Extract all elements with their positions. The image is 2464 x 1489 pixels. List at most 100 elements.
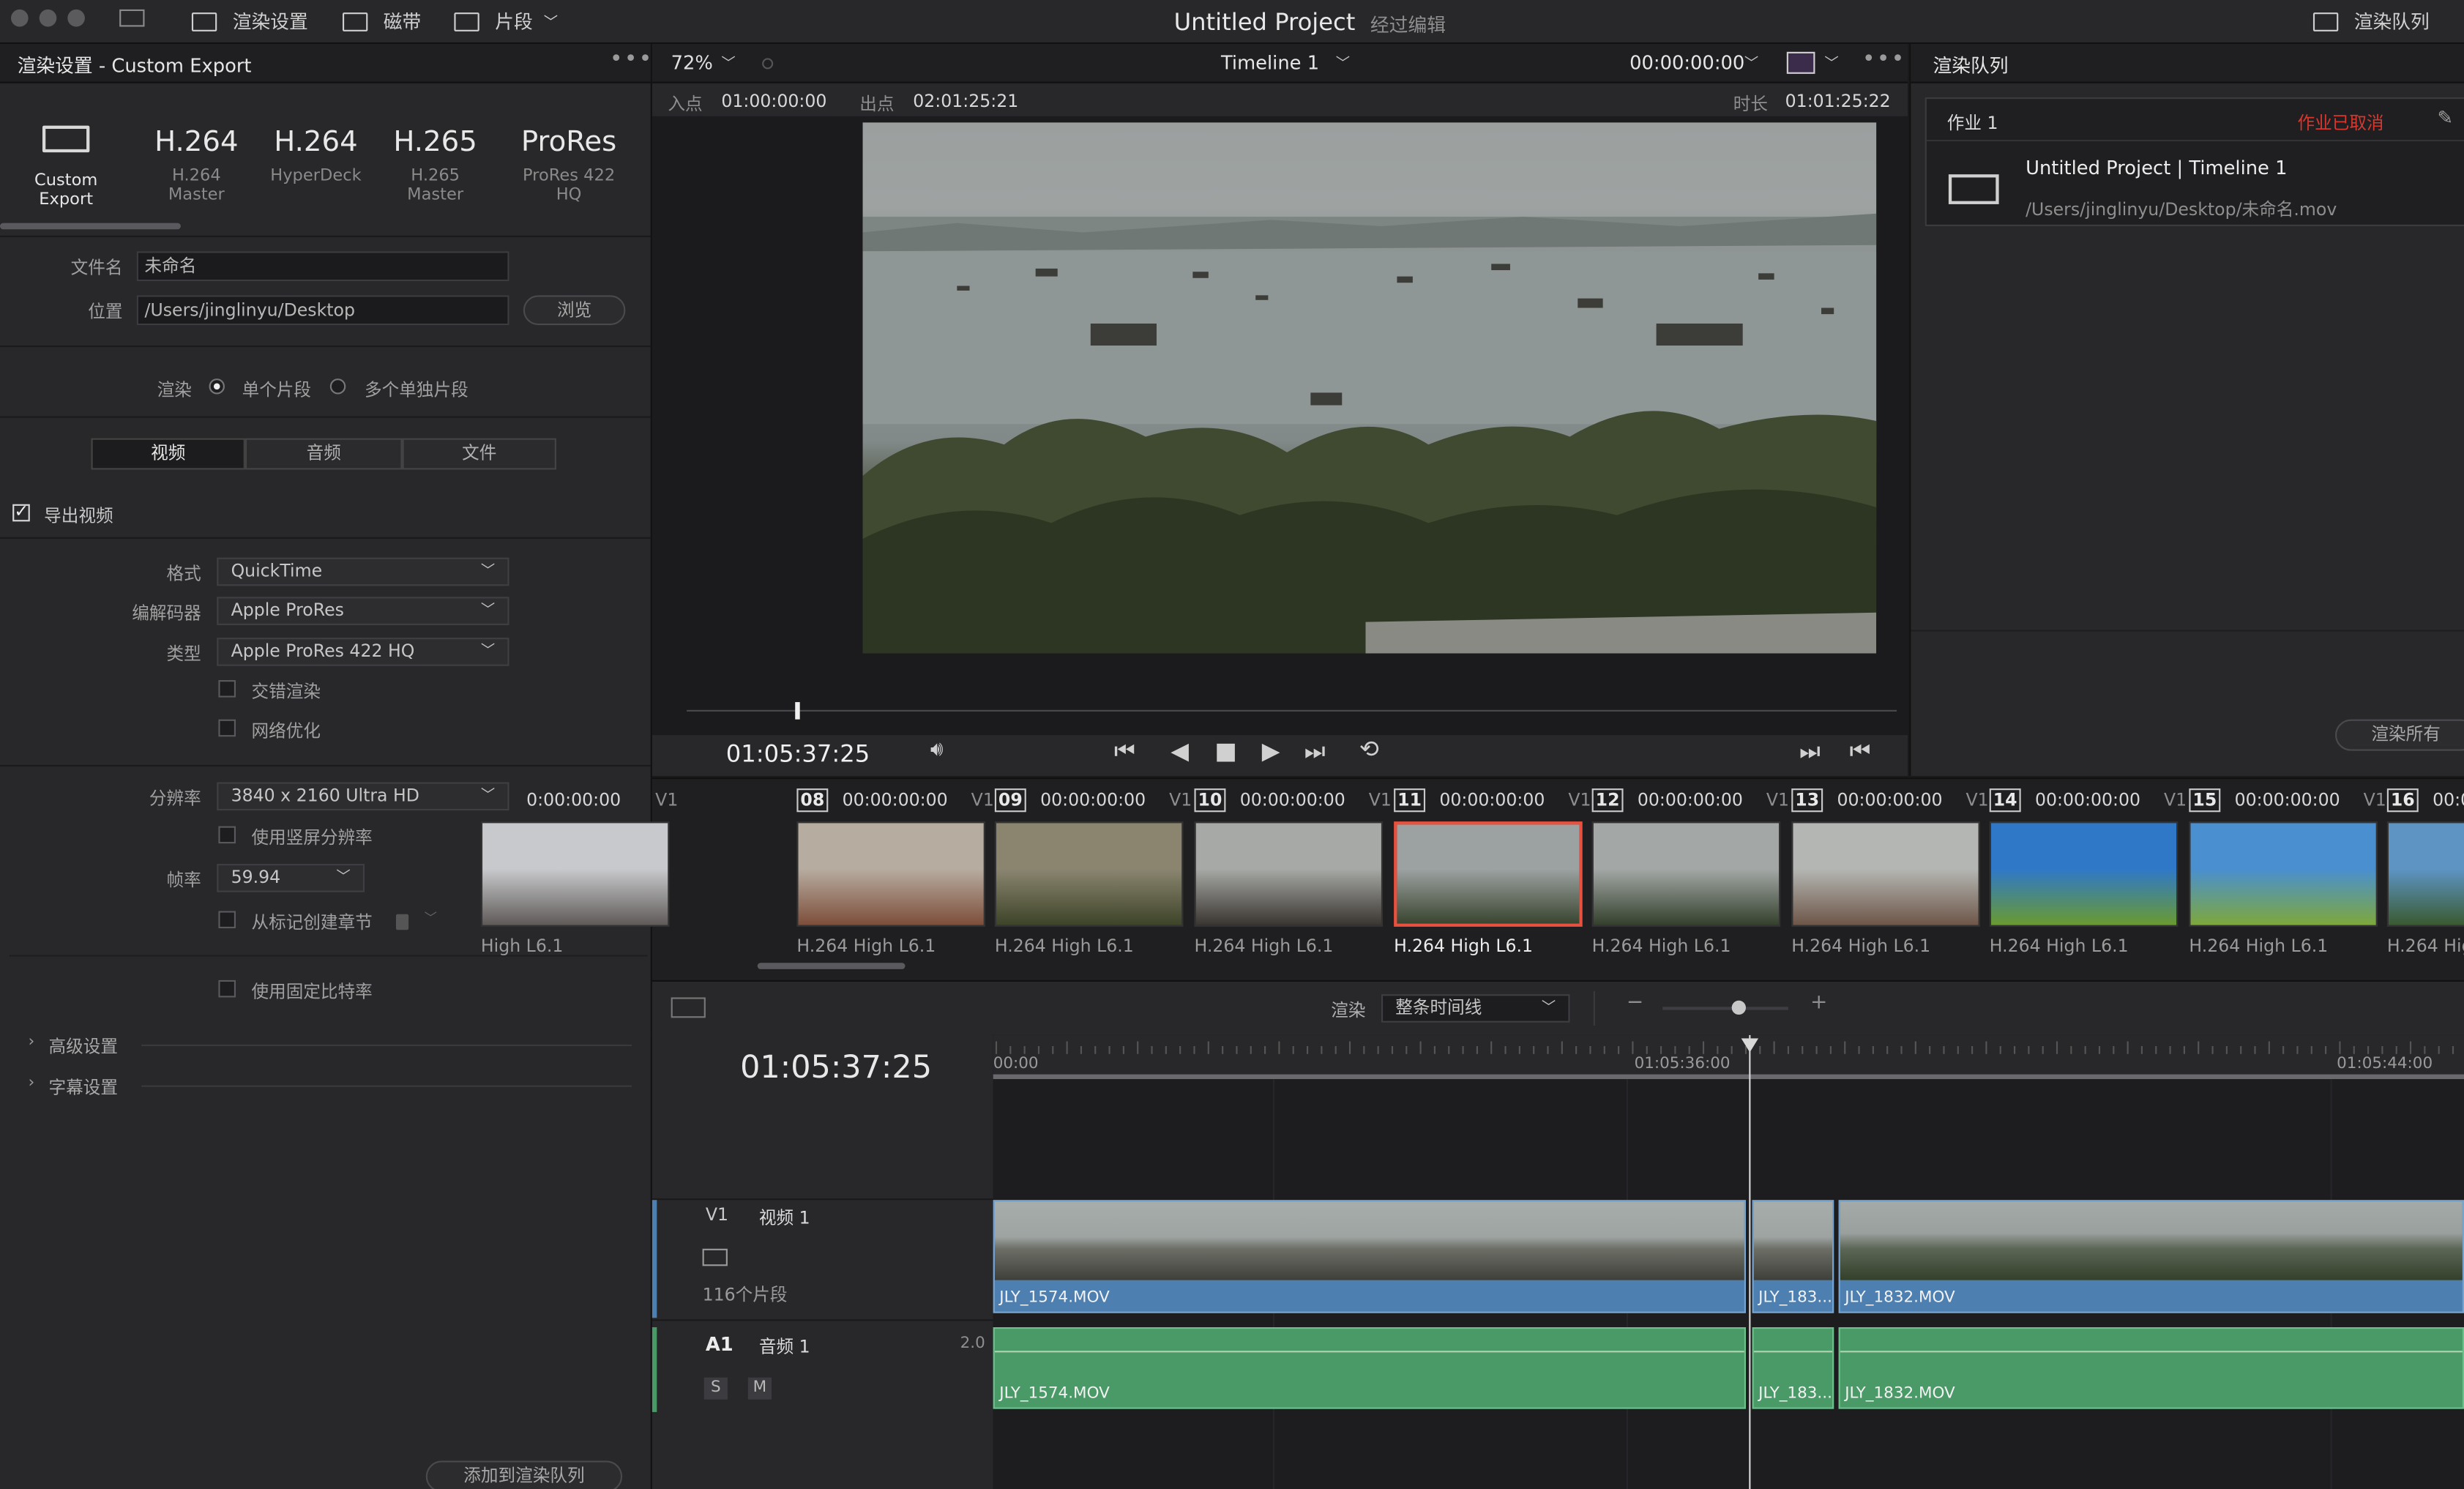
location-input[interactable]: /Users/jinglinyu/Desktop <box>136 295 509 326</box>
clip-thumbnail[interactable] <box>796 821 985 927</box>
export-video-checkbox[interactable] <box>12 501 30 522</box>
format-value: QuickTime <box>231 560 323 581</box>
job-status: 作业已取消 <box>2297 113 2384 134</box>
single-clip-radio[interactable] <box>209 378 225 395</box>
timeline-ruler[interactable]: 00:00 01:05:36:00 01:05:44:00 <box>993 1034 2464 1080</box>
clip-thumbnail[interactable] <box>1194 821 1384 927</box>
fps-select[interactable]: 59.94 ﹀ <box>217 864 365 892</box>
clip-track: V1 <box>1368 790 1392 811</box>
edit-icon[interactable]: ✎ <box>2438 107 2454 129</box>
clips-scrollbar[interactable] <box>757 963 906 969</box>
preset-hyperdeck[interactable]: H.264 HyperDeck <box>267 126 365 186</box>
audio-clip[interactable]: JLY_1574.MOV <box>993 1327 1746 1409</box>
volume-icon[interactable]: 🔊︎ <box>930 738 944 761</box>
chapters-checkbox[interactable] <box>218 911 236 929</box>
next-clip-icon[interactable]: ⏭︎ <box>1799 736 1821 765</box>
type-select[interactable]: Apple ProRes 422 HQ ﹀ <box>217 638 509 666</box>
render-scope-select[interactable]: 整条时间线 ﹀ <box>1381 994 1570 1023</box>
jump-start-icon[interactable]: ⏮︎ <box>1114 736 1135 765</box>
clip-thumbnail[interactable] <box>2386 821 2464 927</box>
more-options-icon[interactable]: ••• <box>610 47 654 72</box>
play-icon[interactable]: ▶︎ <box>1262 736 1280 765</box>
solo-button[interactable]: S <box>703 1377 728 1400</box>
clip-thumbnail[interactable] <box>2189 821 2378 927</box>
monitor-icon[interactable] <box>119 9 145 27</box>
chevron-right-icon[interactable]: › <box>29 1075 35 1092</box>
preset-label: H.265 Master <box>407 166 464 204</box>
clip-timecode: 00:00:00:00 <box>1239 790 1345 811</box>
zoom-out-icon[interactable]: − <box>1627 991 1643 1015</box>
tab-render-settings[interactable]: 渲染设置 <box>191 0 308 42</box>
timeline-view-icon[interactable] <box>671 997 706 1018</box>
tab-file[interactable]: 文件 <box>402 438 556 470</box>
preset-h265-master[interactable]: H.265 H.265 Master <box>384 126 488 204</box>
chevron-down-icon[interactable]: ﹀ <box>1744 52 1758 72</box>
fixed-ratio-checkbox[interactable] <box>218 979 236 998</box>
tab-audio[interactable]: 音频 <box>244 438 403 470</box>
jump-end-icon[interactable]: ⏭︎ <box>1304 736 1326 765</box>
chevron-down-icon[interactable]: ﹀ <box>425 909 437 927</box>
clip-thumbnail[interactable] <box>1394 821 1583 927</box>
preset-h264-master[interactable]: H.264 H.264 Master <box>144 126 248 204</box>
render-all-button[interactable]: 渲染所有 <box>2334 719 2464 751</box>
multi-clip-radio[interactable] <box>329 378 346 395</box>
video-clip[interactable]: JLY_1832.MOV <box>1838 1200 2464 1313</box>
codec-select[interactable]: Apple ProRes ﹀ <box>217 597 509 625</box>
advanced-settings-toggle[interactable]: 高级设置 <box>49 1034 118 1059</box>
browse-button[interactable]: 浏览 <box>523 295 626 326</box>
zoom-slider-handle[interactable] <box>1731 1000 1746 1015</box>
format-select[interactable]: QuickTime ﹀ <box>217 557 509 586</box>
chevron-down-icon[interactable]: ﹀ <box>1824 52 1838 72</box>
mute-button[interactable]: M <box>747 1377 772 1400</box>
clip-thumbnail[interactable] <box>1989 821 2179 927</box>
zoom-in-icon[interactable]: + <box>1810 991 1827 1015</box>
tab-clips[interactable]: 片段 ﹀ <box>454 0 558 42</box>
timeline-select[interactable]: Timeline 1 <box>1221 52 1319 74</box>
zoom-select[interactable]: 72% <box>671 52 713 74</box>
resolution-select[interactable]: 3840 x 2160 Ultra HD ﹀ <box>217 782 509 811</box>
stop-icon[interactable]: ■ <box>1214 736 1236 765</box>
scrubber-track[interactable] <box>687 709 1897 712</box>
tab-tape[interactable]: 磁带 <box>342 0 421 42</box>
preset-custom-export[interactable]: Custom Export <box>10 125 123 209</box>
render-job[interactable]: 作业 1 作业已取消 ✎ Untitled Project | Timeline… <box>1924 97 2464 226</box>
chevron-down-icon[interactable]: ﹀ <box>1336 52 1350 72</box>
marker-icon[interactable] <box>395 914 409 930</box>
tab-render-queue[interactable]: 渲染队列 <box>2312 0 2430 42</box>
zoom-window-icon[interactable] <box>67 9 85 27</box>
single-clip-label: 单个片段 <box>242 380 312 401</box>
more-options-icon[interactable]: ••• <box>1862 47 1906 72</box>
clip-thumbnail[interactable] <box>480 821 670 927</box>
vertical-res-checkbox[interactable] <box>218 826 236 844</box>
chevron-right-icon[interactable]: › <box>29 1034 35 1051</box>
reverse-play-icon[interactable]: ◀︎ <box>1171 736 1189 765</box>
close-window-icon[interactable] <box>11 9 29 27</box>
clip-codec: H.264 High L6.1 <box>1989 936 2129 957</box>
viewer-timecode[interactable]: 00:00:00:00 <box>1629 52 1744 74</box>
video-clip[interactable]: JLY_183... <box>1752 1200 1834 1313</box>
minimize-window-icon[interactable] <box>39 9 57 27</box>
subtitle-settings-toggle[interactable]: 字幕设置 <box>49 1075 118 1100</box>
scrubber-handle[interactable] <box>795 702 801 720</box>
v1-track-label: V1 <box>705 1204 729 1225</box>
audio-clip[interactable]: JLY_183... <box>1752 1327 1834 1409</box>
loop-icon[interactable]: ⟲ <box>1359 735 1379 764</box>
video-clip[interactable]: JLY_1574.MOV <box>993 1200 1746 1313</box>
interlace-checkbox[interactable] <box>218 680 236 698</box>
clip-thumbnail[interactable] <box>994 821 1184 927</box>
video-frame[interactable] <box>862 122 1877 654</box>
add-to-render-queue-button[interactable]: 添加到渲染队列 <box>425 1460 623 1489</box>
zoom-slider-track[interactable] <box>1662 1007 1788 1010</box>
preset-scrollbar[interactable] <box>0 223 181 230</box>
clip-thumbnail[interactable] <box>1791 821 1980 927</box>
tab-video[interactable]: 视频 <box>91 438 245 470</box>
filename-input[interactable]: 未命名 <box>136 251 509 282</box>
prev-clip-icon[interactable]: ⏮︎ <box>1850 736 1871 765</box>
audio-clip[interactable]: JLY_1832.MOV <box>1838 1327 2464 1409</box>
clip-thumbnail[interactable] <box>1591 821 1781 927</box>
fx-icon[interactable] <box>1786 51 1815 74</box>
network-opt-checkbox[interactable] <box>218 719 236 737</box>
chevron-down-icon[interactable]: ﹀ <box>721 52 735 72</box>
preset-prores-422-hq[interactable]: ProRes ProRes 422 HQ <box>509 126 629 204</box>
playhead[interactable] <box>1749 1034 1751 1489</box>
